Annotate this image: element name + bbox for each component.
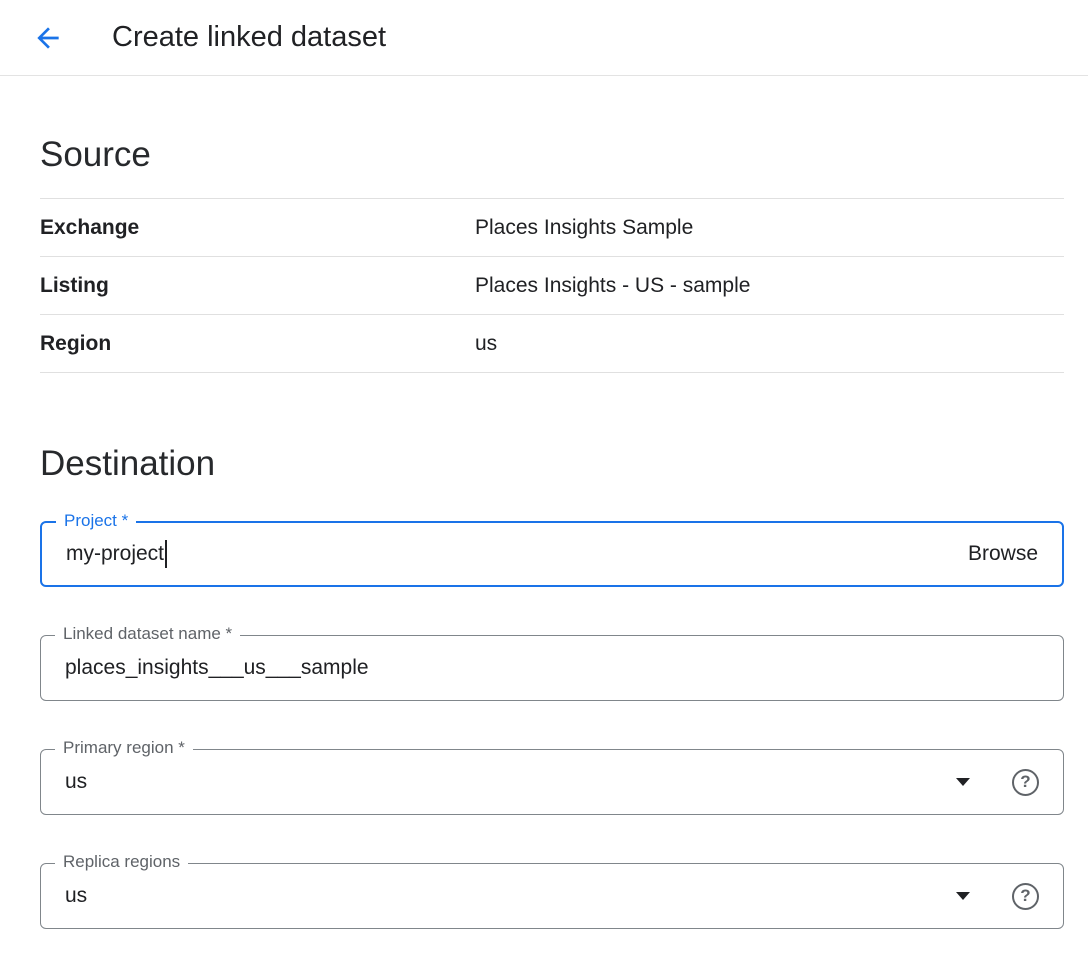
exchange-value: Places Insights Sample bbox=[475, 216, 693, 240]
linked-dataset-name-value: places_insights___us___sample bbox=[65, 656, 369, 680]
source-table: Exchange Places Insights Sample Listing … bbox=[40, 198, 1064, 373]
primary-region-field[interactable]: Primary region * us ? bbox=[40, 749, 1064, 815]
page-header: Create linked dataset bbox=[0, 0, 1088, 76]
replica-regions-value: us bbox=[65, 884, 87, 908]
exchange-label: Exchange bbox=[40, 216, 475, 240]
main-content: Source Exchange Places Insights Sample L… bbox=[0, 134, 1088, 929]
table-row-listing: Listing Places Insights - US - sample bbox=[40, 257, 1064, 315]
listing-value: Places Insights - US - sample bbox=[475, 274, 750, 298]
project-field-label: Project * bbox=[56, 511, 136, 531]
source-section-heading: Source bbox=[40, 134, 1064, 176]
project-field[interactable]: Project * my-project Browse bbox=[40, 521, 1064, 587]
browse-button[interactable]: Browse bbox=[968, 542, 1038, 566]
region-label: Region bbox=[40, 332, 475, 356]
chevron-down-icon[interactable] bbox=[956, 892, 970, 900]
help-icon[interactable]: ? bbox=[1012, 769, 1039, 796]
replica-regions-field[interactable]: Replica regions us ? bbox=[40, 863, 1064, 929]
table-row-exchange: Exchange Places Insights Sample bbox=[40, 199, 1064, 257]
linked-dataset-name-field[interactable]: Linked dataset name * places_insights___… bbox=[40, 635, 1064, 701]
destination-section-heading: Destination bbox=[40, 443, 1064, 485]
primary-region-label: Primary region * bbox=[55, 738, 193, 758]
back-button[interactable] bbox=[24, 14, 72, 62]
listing-label: Listing bbox=[40, 274, 475, 298]
linked-dataset-name-label: Linked dataset name * bbox=[55, 624, 240, 644]
replica-regions-label: Replica regions bbox=[55, 852, 188, 872]
project-field-value: my-project bbox=[66, 542, 164, 566]
page-title: Create linked dataset bbox=[112, 21, 386, 54]
chevron-down-icon[interactable] bbox=[956, 778, 970, 786]
arrow-back-icon bbox=[32, 22, 64, 54]
region-value: us bbox=[475, 332, 497, 356]
primary-region-value: us bbox=[65, 770, 87, 794]
text-cursor bbox=[165, 540, 167, 568]
help-icon[interactable]: ? bbox=[1012, 883, 1039, 910]
table-row-region: Region us bbox=[40, 315, 1064, 373]
